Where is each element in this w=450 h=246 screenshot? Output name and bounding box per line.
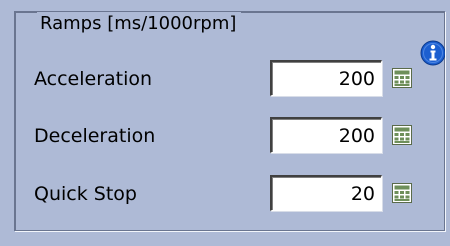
row-quick-stop: Quick Stop	[34, 175, 434, 215]
deceleration-input[interactable]	[270, 117, 382, 153]
calculator-icon[interactable]	[392, 125, 412, 145]
quick-stop-input[interactable]	[270, 175, 382, 211]
quick-stop-label: Quick Stop	[34, 183, 137, 205]
row-acceleration: Acceleration	[34, 60, 434, 100]
calculator-icon[interactable]	[392, 183, 412, 203]
group-title: Ramps [ms/1000rpm]	[37, 12, 242, 36]
acceleration-label: Acceleration	[34, 68, 153, 90]
calculator-icon[interactable]	[392, 68, 412, 88]
acceleration-input[interactable]	[270, 60, 382, 96]
deceleration-label: Deceleration	[34, 125, 156, 147]
ramps-panel: Ramps [ms/1000rpm] Acceleration Decelera…	[0, 0, 450, 246]
row-deceleration: Deceleration	[34, 117, 434, 157]
